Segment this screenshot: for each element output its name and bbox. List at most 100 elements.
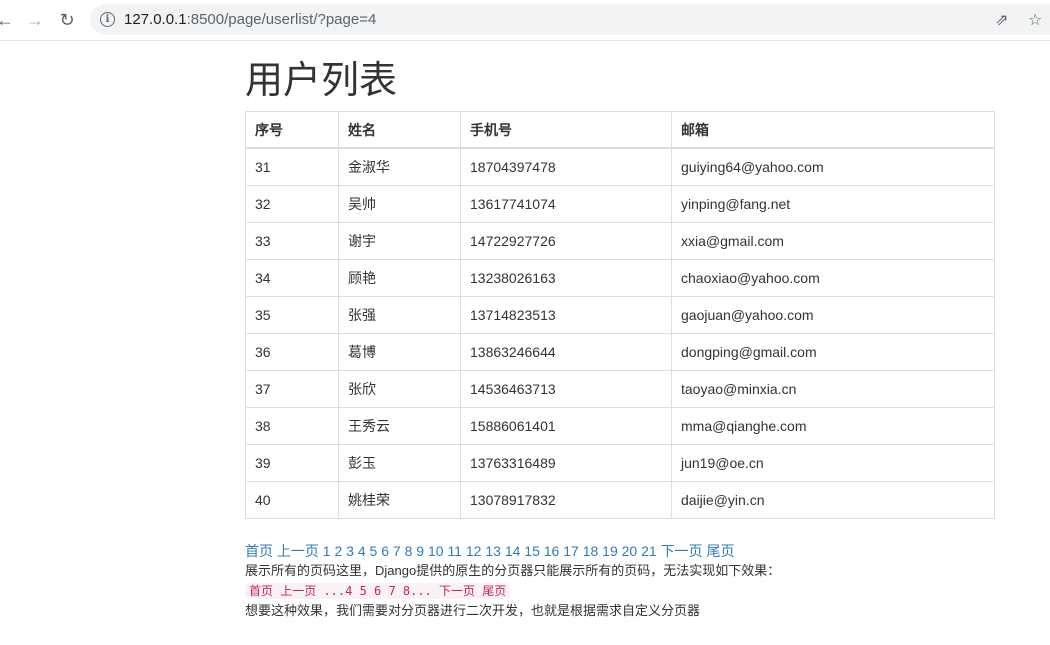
pagination: 首页 上一页 1 2 3 4 5 6 7 8 9 10 11 12 13 14 … [245,541,995,561]
cell-name: 张强 [338,296,461,334]
cell-phone: 13763316489 [460,444,672,482]
pager-page-link[interactable]: 3 [346,543,354,559]
cell-name: 金淑华 [338,147,461,186]
pager-page-link[interactable]: 9 [416,543,424,559]
pager-page-link[interactable]: 6 [381,543,389,559]
header-index: 序号 [245,111,339,149]
cell-name: 张欣 [338,370,461,408]
pager-first-link[interactable]: 首页 [245,543,273,559]
cell-index: 36 [245,333,339,371]
cell-email: daijie@yin.cn [671,481,995,519]
cell-phone: 15886061401 [460,407,672,445]
cell-index: 32 [245,185,339,223]
pager-page-link[interactable]: 14 [505,543,521,559]
cell-index: 37 [245,370,339,408]
cell-email: xxia@gmail.com [671,222,995,260]
cell-phone: 13617741074 [460,185,672,223]
pager-page-link[interactable]: 13 [485,543,501,559]
table-row: 38 王秀云 15886061401 mma@qianghe.com [245,407,995,445]
cell-name: 姚桂荣 [338,481,461,519]
example-code: 首页 上一页 ...4 5 6 7 8... 下一页 尾页 [245,583,511,599]
pager-page-link[interactable]: 12 [466,543,482,559]
cell-index: 39 [245,444,339,482]
cell-email: guiying64@yahoo.com [671,147,995,186]
cell-phone: 13714823513 [460,296,672,334]
header-name: 姓名 [338,111,461,149]
description-2: 想要这种效果，我们需要对分页器进行二次开发，也就是根据需求自定义分页器 [245,603,701,618]
browser-toolbar: ← → ↻ i 127.0.0.1:8500/page/userlist/?pa… [0,0,1050,41]
pager-prev-link[interactable]: 上一页 [277,543,319,559]
pager-page-link[interactable]: 18 [583,543,599,559]
cell-name: 彭玉 [338,444,461,482]
user-table: 序号 姓名 手机号 邮箱 31 金淑华 18704397478 guiying64@y… [245,111,995,519]
table-row: 34 顾艳 13238026163 chaoxiao@yahoo.com [245,259,995,297]
cell-name: 谢宇 [338,222,461,260]
address-bar[interactable]: i 127.0.0.1:8500/page/userlist/?page=4 ⇗… [90,4,1050,35]
pager-page-link[interactable]: 8 [405,543,413,559]
cell-index: 33 [245,222,339,260]
pager-page-link[interactable]: 20 [622,543,638,559]
table-row: 36 葛博 13863246644 dongping@gmail.com [245,333,995,371]
share-icon[interactable]: ⇗ [995,10,1008,30]
url-path: :8500/page/userlist/?page=4 [186,11,377,28]
url-host: 127.0.0.1 [124,11,187,28]
table-row: 39 彭玉 13763316489 jun19@oe.cn [245,444,995,482]
cell-index: 31 [245,147,339,186]
cell-index: 40 [245,481,339,519]
cell-email: dongping@gmail.com [671,333,995,371]
cell-phone: 13078917832 [460,481,672,519]
cell-phone: 18704397478 [460,147,672,186]
cell-phone: 14536463713 [460,370,672,408]
back-icon[interactable]: ← [0,9,16,31]
cell-email: mma@qianghe.com [671,407,995,445]
reload-icon[interactable]: ↻ [56,9,78,31]
page-title: 用户列表 [245,58,398,102]
cell-index: 38 [245,407,339,445]
pager-page-link[interactable]: 4 [358,543,366,559]
cell-index: 34 [245,259,339,297]
table-row: 31 金淑华 18704397478 guiying64@yahoo.com [245,147,995,186]
header-phone: 手机号 [460,111,672,149]
cell-phone: 14722927726 [460,222,672,260]
pager-page-link[interactable]: 10 [428,543,444,559]
pager-page-link[interactable]: 5 [370,543,378,559]
info-icon[interactable]: i [100,12,115,27]
pager-page-link[interactable]: 7 [393,543,401,559]
cell-email: gaojuan@yahoo.com [671,296,995,334]
cell-name: 葛博 [338,333,461,371]
forward-icon[interactable]: → [24,9,46,31]
table-row: 32 吴帅 13617741074 yinping@fang.net [245,185,995,223]
cell-email: chaoxiao@yahoo.com [671,259,995,297]
pager-page-link[interactable]: 17 [563,543,579,559]
table-row: 33 谢宇 14722927726 xxia@gmail.com [245,222,995,260]
table-row: 37 张欣 14536463713 taoyao@minxia.cn [245,370,995,408]
url-text[interactable]: 127.0.0.1:8500/page/userlist/?page=4 [124,11,376,28]
pager-page-link[interactable]: 19 [602,543,618,559]
pager-page-links: 1 2 3 4 5 6 7 8 9 10 11 12 13 14 15 16 1… [323,543,661,559]
cell-email: jun19@oe.cn [671,444,995,482]
pager-next-link[interactable]: 下一页 [661,543,703,559]
page-container: 用户列表 序号 姓名 手机号 邮箱 31 金淑华 18704397478 guiyin… [245,40,995,621]
table-header-row: 序号 姓名 手机号 邮箱 [245,111,995,149]
example-line: 首页 上一页 ...4 5 6 7 8... 下一页 尾页 [245,581,995,601]
cell-index: 35 [245,296,339,334]
pager-page-link[interactable]: 1 [323,543,331,559]
cell-email: yinping@fang.net [671,185,995,223]
pager-page-link[interactable]: 11 [447,543,462,559]
pager-page-link[interactable]: 2 [334,543,342,559]
table-row: 40 姚桂荣 13078917832 daijie@yin.cn [245,481,995,519]
cell-name: 顾艳 [338,259,461,297]
pager-page-link[interactable]: 21 [641,543,657,559]
cell-name: 王秀云 [338,407,461,445]
cell-phone: 13238026163 [460,259,672,297]
table-body: 31 金淑华 18704397478 guiying64@yahoo.com 32 吴帅 1… [245,147,995,519]
cell-phone: 13863246644 [460,333,672,371]
table-row: 35 张强 13714823513 gaojuan@yahoo.com [245,296,995,334]
star-icon[interactable]: ☆ [1028,10,1042,30]
pager-page-link[interactable]: 16 [544,543,560,559]
pager-last-link[interactable]: 尾页 [706,543,734,559]
description-1: 展示所有的页码这里，Django提供的原生的分页器只能展示所有的页码，无法实现如… [245,563,781,578]
cell-email: taoyao@minxia.cn [671,370,995,408]
cell-name: 吴帅 [338,185,461,223]
pager-page-link[interactable]: 15 [524,543,540,559]
